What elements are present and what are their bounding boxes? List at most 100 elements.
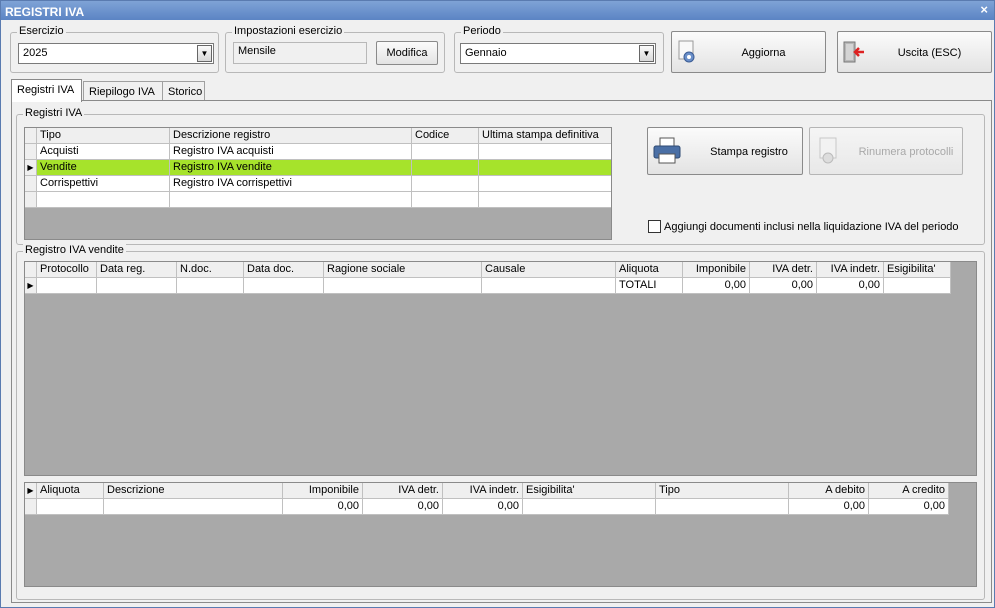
column-header: Data doc. [244,262,324,278]
column-header: Causale [482,262,616,278]
column-header: Tipo [656,483,789,499]
table-cell [412,144,479,160]
printer-icon [653,137,681,164]
table-cell: 0,00 [750,278,817,294]
table-cell [412,160,479,176]
tab-riepilogo-iva[interactable]: Riepilogo IVA [83,81,166,101]
table-cell: 0,00 [683,278,750,294]
table-cell: Vendite [37,160,170,176]
table-cell: Corrispettivi [37,176,170,192]
column-header: Ultima stampa definitiva [479,128,611,144]
uscita-label: Uscita (ESC) [897,47,962,59]
table-cell: TOTALI [616,278,683,294]
column-header: Aliquota [37,483,104,499]
table-cell [412,176,479,192]
table-cell [479,192,611,208]
periodo-value: Gennaio [465,47,507,59]
chevron-down-icon[interactable]: ▼ [639,45,654,62]
row-header [25,192,37,208]
row-header: ▶ [25,278,37,294]
table-cell: Registro IVA vendite [170,160,412,176]
grid-corner [25,262,37,278]
column-header: Codice [412,128,479,144]
column-header: Data reg. [97,262,177,278]
close-icon[interactable]: × [980,2,988,17]
stampa-registro-label: Stampa registro [710,146,788,158]
modifica-button[interactable]: Modifica [376,41,438,65]
column-header: IVA detr. [363,483,443,499]
aggiungi-documenti-label: Aggiungi documenti inclusi nella liquida… [664,221,959,233]
renumber-gear-icon [819,137,837,164]
esercizio-label: Esercizio [17,25,66,37]
stampa-registro-button[interactable]: Stampa registro [647,127,803,175]
table-cell [37,192,170,208]
vendite-group: Registro IVA vendite Protocollo Data reg.… [16,244,985,600]
impostazioni-value-text: Mensile [238,45,276,57]
table-cell: 0,00 [789,499,869,515]
grid-corner: ▶ [25,483,37,499]
column-header: A credito [869,483,949,499]
column-header: A debito [789,483,869,499]
vendite-group-label: Registro IVA vendite [23,244,126,256]
table-cell [656,499,789,515]
impostazioni-label: Impostazioni esercizio [232,25,345,37]
column-header: Ragione sociale [324,262,482,278]
table-cell [177,278,244,294]
aggiorna-button[interactable]: Aggiorna [671,31,826,73]
table-cell: 0,00 [363,499,443,515]
aggiorna-label: Aggiorna [741,47,786,59]
row-header [25,144,37,160]
registri-grid[interactable]: Tipo Descrizione registro Codice Ultima sta… [24,127,612,240]
esercizio-select[interactable]: 2025 ▼ [18,43,214,64]
table-cell: 0,00 [817,278,884,294]
column-header: Aliquota [616,262,683,278]
aggiungi-documenti-checkbox[interactable] [648,220,661,233]
table-cell [244,278,324,294]
impostazioni-group: Impostazioni esercizio Mensile Modifica [225,25,445,73]
column-header: Descrizione registro [170,128,412,144]
table-cell: Registro IVA corrispettivi [170,176,412,192]
column-header: Esigibilita' [884,262,951,278]
window-title: REGISTRI IVA [5,5,85,19]
riepilogo-aliquote-grid[interactable]: ▶ Aliquota Descrizione Imponibile IVA detr. I… [24,482,977,587]
chevron-down-icon[interactable]: ▼ [197,45,212,62]
table-cell [523,499,656,515]
table-cell: 0,00 [869,499,949,515]
column-header: N.doc. [177,262,244,278]
table-cell: 0,00 [283,499,363,515]
esercizio-group: Esercizio 2025 ▼ [10,25,219,73]
column-header: Esigibilita' [523,483,656,499]
row-header [25,176,37,192]
registri-iva-tab-panel: Registri IVA Tipo Descrizione registro Cod… [11,100,992,603]
esercizio-value: 2025 [23,47,48,59]
column-header: Protocollo [37,262,97,278]
row-header: ▶ [25,160,37,176]
registri-group: Registri IVA Tipo Descrizione registro Cod… [16,107,985,245]
table-cell [479,176,611,192]
column-header: IVA detr. [750,262,817,278]
table-cell [37,499,104,515]
table-cell [884,278,951,294]
column-header: IVA indetr. [443,483,523,499]
table-cell [479,144,611,160]
registri-group-label: Registri IVA [23,107,85,119]
tab-storico[interactable]: Storico [162,81,205,101]
impostazioni-value: Mensile [233,42,367,64]
table-cell [479,160,611,176]
table-cell [324,278,482,294]
column-header: Imponibile [283,483,363,499]
uscita-button[interactable]: Uscita (ESC) [837,31,992,73]
table-cell [482,278,616,294]
grid-corner [25,128,37,144]
column-header: Tipo [37,128,170,144]
table-cell [97,278,177,294]
periodo-select[interactable]: Gennaio ▼ [460,43,656,64]
rinumera-protocolli-button[interactable]: Rinumera protocolli [809,127,963,175]
vendite-grid[interactable]: Protocollo Data reg. N.doc. Data doc. Ragion… [24,261,977,476]
table-cell: 0,00 [443,499,523,515]
table-cell [104,499,283,515]
tab-registri-iva[interactable]: Registri IVA [11,79,82,102]
column-header: Descrizione [104,483,283,499]
table-cell: Registro IVA acquisti [170,144,412,160]
periodo-label: Periodo [461,25,503,37]
